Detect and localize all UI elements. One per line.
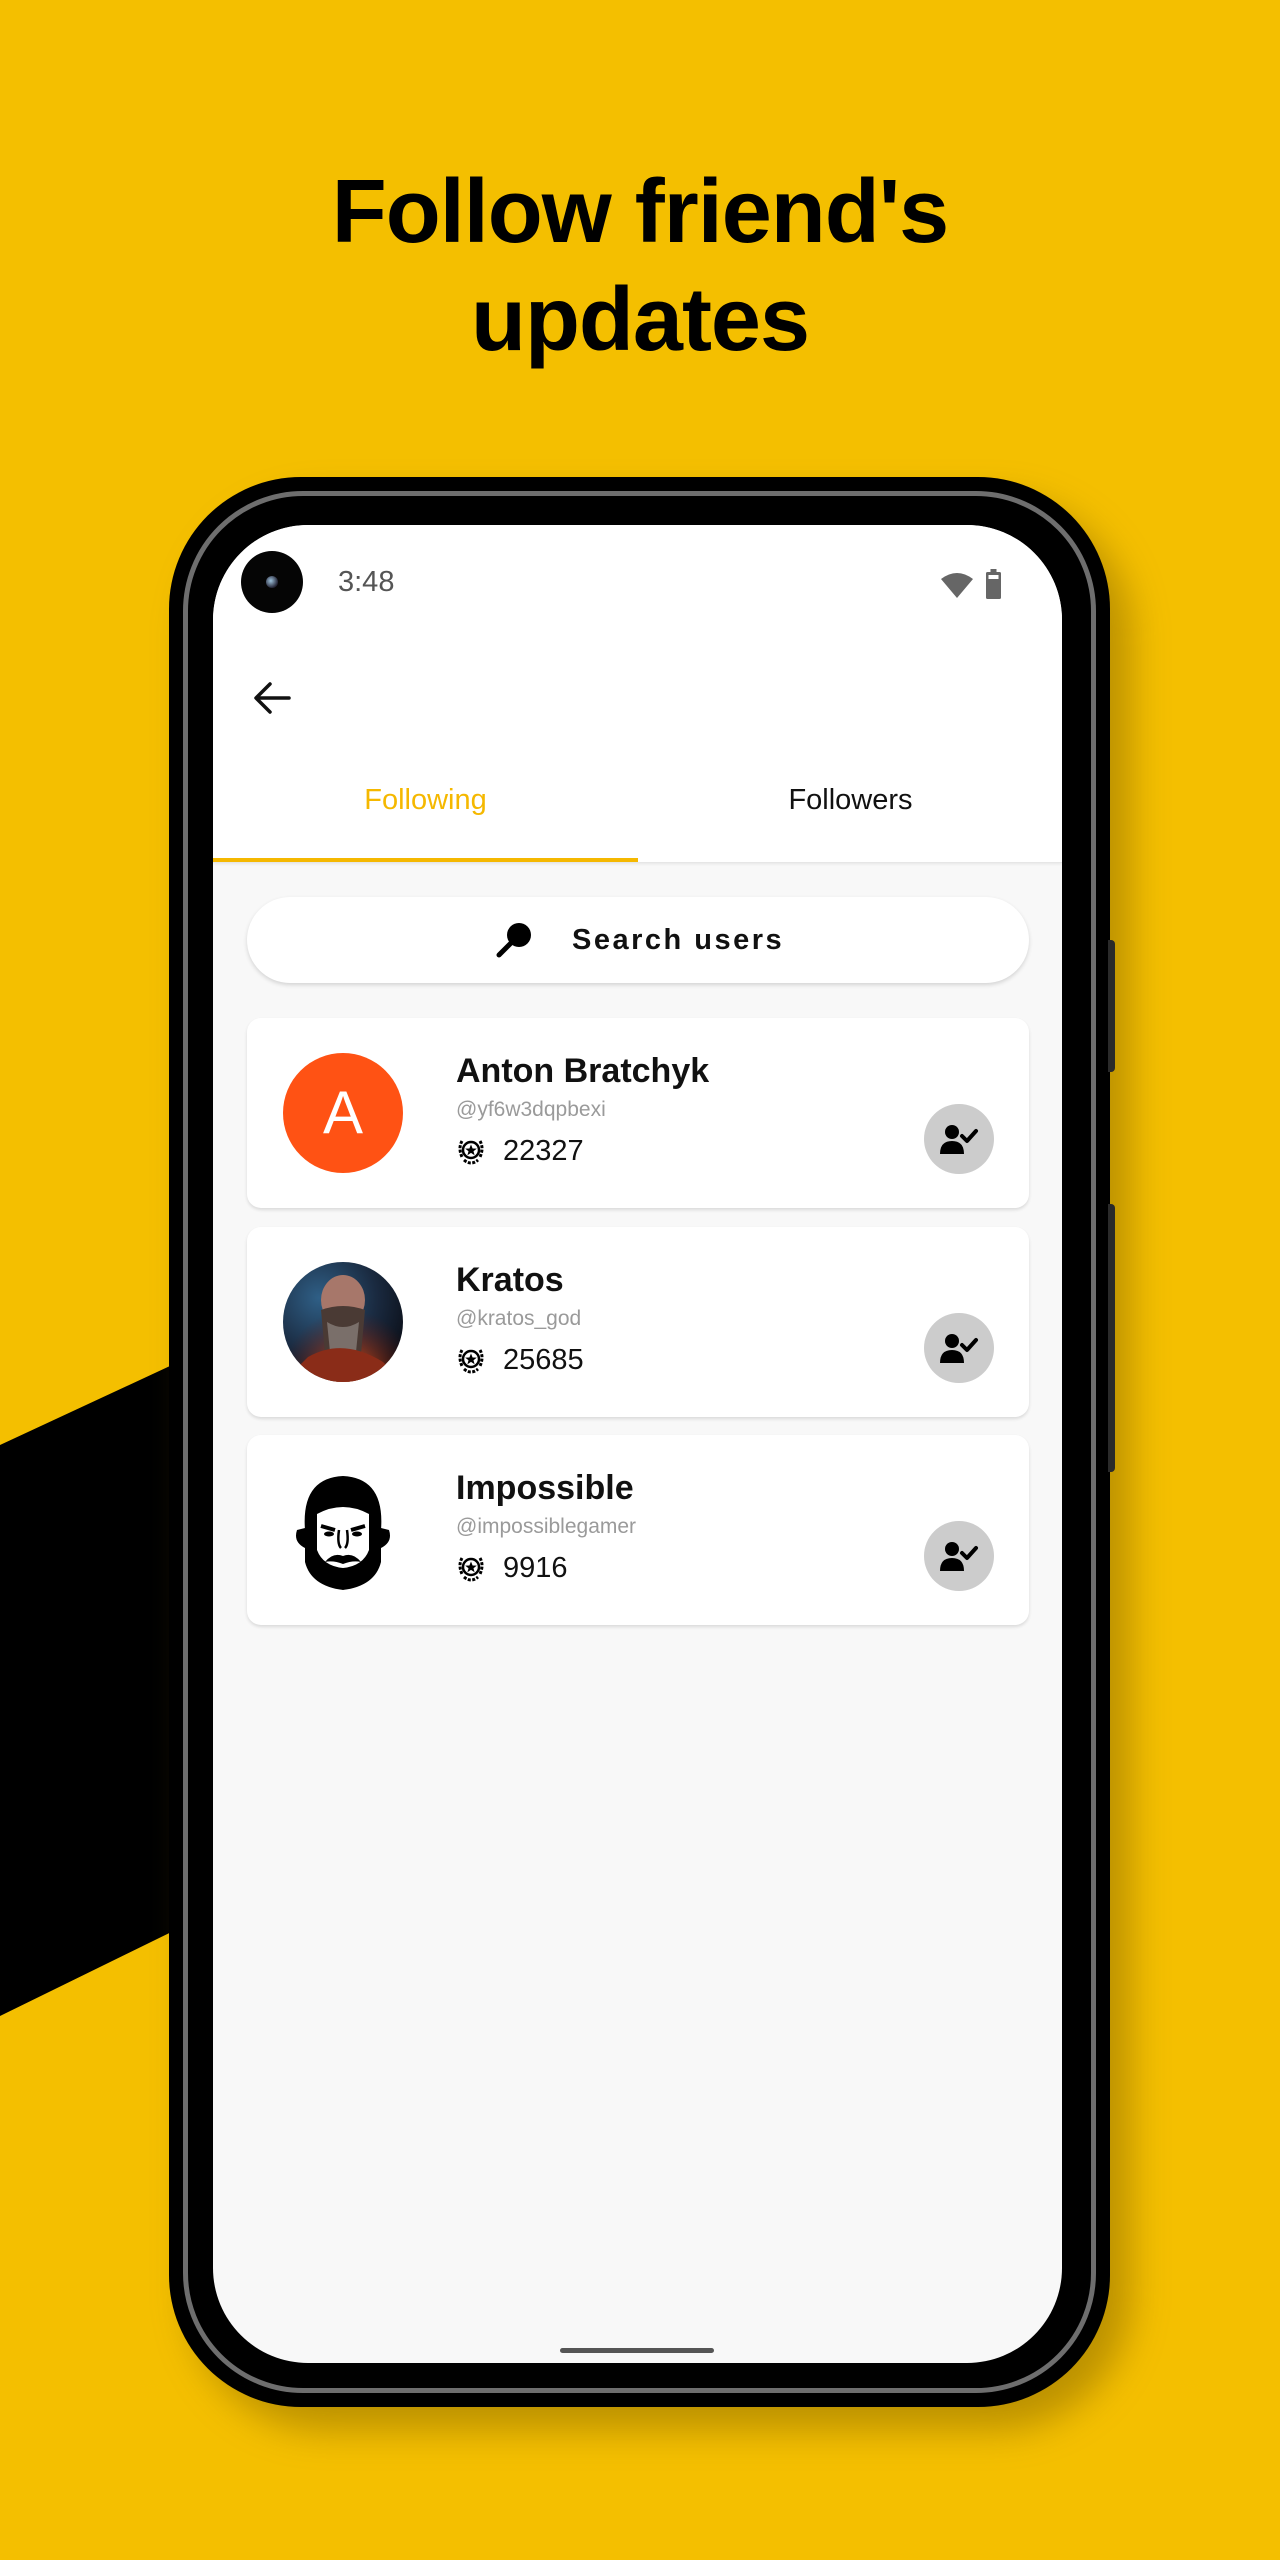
tab-following[interactable]: Following: [213, 765, 638, 862]
user-name: Impossible: [456, 1469, 634, 1507]
user-card[interactable]: Kratos @kratos_god 25685: [247, 1227, 1029, 1417]
user-handle: @yf6w3dqpbexi: [456, 1098, 606, 1121]
unfollow-button[interactable]: [924, 1313, 994, 1383]
back-arrow-icon[interactable]: [249, 675, 295, 721]
search-users-button[interactable]: Search users: [247, 897, 1029, 983]
laurel-star-icon: [458, 1349, 484, 1374]
camera-lens: [266, 576, 278, 588]
wifi-icon: [941, 573, 973, 598]
person-check-icon: [940, 1334, 978, 1363]
laurel-star-icon: [458, 1557, 484, 1582]
user-card[interactable]: A Anton Bratchyk @yf6w3dqpbexi 22327: [247, 1018, 1029, 1208]
user-handle: @impossiblegamer: [456, 1515, 637, 1538]
unfollow-button[interactable]: [924, 1521, 994, 1591]
user-name: Kratos: [456, 1261, 564, 1299]
user-score: 22327: [503, 1135, 584, 1167]
user-score: 9916: [503, 1552, 568, 1584]
user-score: 25685: [503, 1344, 584, 1376]
avatar: [283, 1262, 403, 1382]
person-check-icon: [940, 1542, 978, 1571]
active-tab-indicator: [213, 858, 638, 862]
app-bar: 3:48 Following Followers: [213, 525, 1062, 863]
search-users-label: Search users: [572, 924, 785, 956]
user-handle: @kratos_god: [456, 1307, 582, 1330]
tab-followers[interactable]: Followers: [638, 765, 1062, 862]
status-time: 3:48: [338, 566, 395, 598]
search-icon: [496, 923, 531, 958]
power-button: [1108, 940, 1115, 1072]
home-indicator[interactable]: [560, 2348, 714, 2353]
user-name: Anton Bratchyk: [456, 1052, 710, 1090]
unfollow-button[interactable]: [924, 1104, 994, 1174]
volume-button: [1108, 1204, 1115, 1472]
headline-line-1: Follow friend's: [331, 162, 949, 262]
phone-screen: 3:48 Following Followers Search users A …: [213, 525, 1062, 2363]
kratos-avatar-image: [283, 1262, 403, 1382]
bearded-face-avatar-image: [283, 1470, 403, 1590]
avatar: A: [283, 1053, 403, 1173]
headline-line-2: updates: [470, 270, 810, 370]
battery-icon: [986, 569, 1001, 599]
headline: Follow friend's updates: [0, 158, 1280, 374]
person-check-icon: [940, 1125, 978, 1154]
laurel-star-icon: [458, 1140, 484, 1165]
front-camera: [241, 551, 303, 613]
user-card[interactable]: Impossible @impossiblegamer 9916: [247, 1435, 1029, 1625]
avatar: [283, 1470, 403, 1590]
